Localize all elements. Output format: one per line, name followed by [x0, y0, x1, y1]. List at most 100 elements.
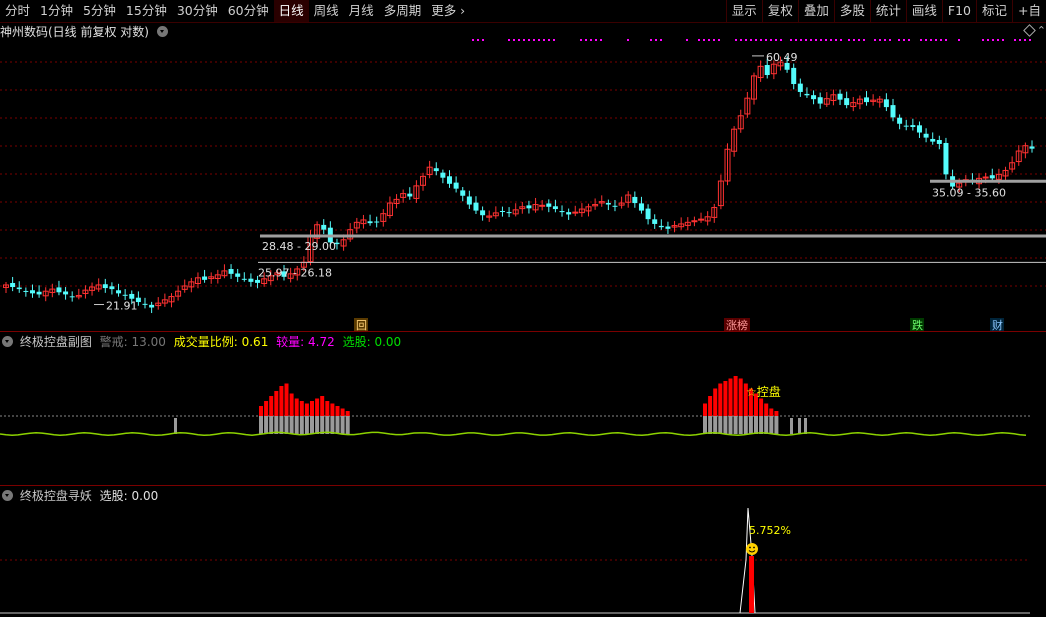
period-tab[interactable]: 更多 › [426, 0, 470, 22]
candle-body [797, 83, 803, 92]
candle-body [632, 196, 638, 204]
candle-body [446, 176, 452, 184]
period-tab[interactable]: 30分钟 [172, 0, 223, 22]
signal-dot [523, 39, 525, 41]
candle-body [499, 210, 505, 212]
toolbar-action-button[interactable]: 画线 [905, 0, 942, 22]
signal-dot [770, 39, 772, 41]
gray-volume-bar [264, 416, 269, 434]
signal-dot [513, 39, 515, 41]
signal-dot [553, 39, 555, 41]
candle-body [407, 193, 413, 197]
control-red-bar [304, 403, 309, 416]
signal-dot [840, 39, 842, 41]
control-red-bar [310, 401, 314, 416]
toolbar-action-button[interactable]: 标记 [976, 0, 1012, 22]
signal-dot [997, 39, 999, 41]
control-annotation: ☆控盘 [746, 384, 781, 399]
signal-dot [477, 39, 479, 41]
signal-dot [708, 39, 710, 41]
volume-label: 较量: [276, 335, 305, 349]
period-tab[interactable]: 15分钟 [121, 0, 172, 22]
toolbar-action-button[interactable]: 复权 [761, 0, 798, 22]
control-red-bar [284, 383, 289, 416]
toolbar-action-button[interactable]: 显示 [725, 0, 762, 22]
control-red-bar [723, 381, 728, 416]
candle-body [255, 279, 261, 283]
gray-volume-bar [713, 416, 718, 434]
bottom-select-label: 选股: [99, 489, 128, 503]
toolbar-action-button[interactable]: 统计 [869, 0, 906, 22]
candle-body [433, 168, 439, 172]
period-tab[interactable]: 1分钟 [35, 0, 78, 22]
signal-dot [595, 39, 597, 41]
control-red-bar [738, 378, 743, 416]
ratio-value: 0.61 [241, 335, 269, 349]
candle-body [142, 303, 148, 305]
signal-dot [528, 39, 530, 41]
candle-body [804, 93, 810, 96]
control-red-bar [769, 408, 774, 416]
toolbar-action-button[interactable]: 叠加 [797, 0, 834, 22]
signal-dot [795, 39, 797, 41]
signal-dot [686, 39, 688, 41]
period-tabs: 分时 1分钟 5分钟 15分钟 30分钟 60分钟 日线 周线 月线 多周期 更多 › [0, 0, 470, 22]
smiley-eye [749, 546, 751, 549]
period-tab[interactable]: 5分钟 [78, 0, 121, 22]
indicator-menu-icon[interactable] [2, 336, 13, 347]
indicator-menu-icon[interactable] [2, 490, 13, 501]
ratio-line [0, 431, 1027, 436]
gray-volume-bar [320, 416, 325, 434]
gray-volume-bar [330, 416, 335, 434]
signal-dot [889, 39, 891, 41]
candle-body [539, 204, 546, 207]
ratio-label: 成交量比例: [173, 335, 238, 349]
toolbar-action-button[interactable]: F10 [941, 0, 976, 22]
signal-dot [627, 39, 629, 41]
control-red-bar [728, 378, 733, 416]
control-red-bar [703, 403, 707, 416]
candle-body [645, 208, 651, 220]
control-red-bar [269, 396, 274, 416]
period-tab[interactable]: 周线 [309, 0, 344, 22]
candle-body [466, 196, 472, 205]
gray-volume-bar [728, 416, 733, 434]
gray-volume-bar [738, 416, 743, 434]
gray-volume-bar [733, 416, 738, 434]
period-tab[interactable]: 60分钟 [223, 0, 274, 22]
signal-dot [590, 39, 592, 41]
gray-volume-bar [289, 416, 294, 434]
candle-body [605, 202, 611, 205]
signal-dot [903, 39, 905, 41]
signal-dot [735, 39, 737, 41]
signal-dot [879, 39, 881, 41]
signal-dot [958, 39, 960, 41]
candle-body [235, 273, 241, 277]
signal-dot [940, 39, 942, 41]
candle-body [923, 133, 929, 138]
gray-volume-bar [798, 418, 801, 434]
candle-body [506, 212, 512, 214]
candle-body [916, 125, 922, 133]
signal-dot [698, 39, 700, 41]
candle-body [658, 225, 664, 228]
candle-body [652, 219, 658, 224]
signal-dot [925, 39, 927, 41]
candle-body [989, 175, 995, 179]
signal-dot [820, 39, 822, 41]
candle-body [552, 206, 558, 210]
candle-body [526, 205, 532, 209]
candle-body [16, 287, 22, 290]
signal-dot [718, 39, 720, 41]
candle-body [23, 290, 29, 292]
toolbar-action-button[interactable]: +自 [1012, 0, 1046, 22]
gray-volume-bar [304, 416, 309, 434]
period-tab[interactable]: 分时 [0, 0, 35, 22]
toolbar-action-button[interactable]: 多股 [833, 0, 870, 22]
period-tab[interactable]: 多周期 [379, 0, 427, 22]
period-tab[interactable]: 月线 [344, 0, 379, 22]
gray-volume-bar [764, 416, 769, 434]
signal-dot [815, 39, 817, 41]
gray-volume-bar [279, 416, 284, 434]
period-tab[interactable]: 日线 [273, 0, 309, 22]
